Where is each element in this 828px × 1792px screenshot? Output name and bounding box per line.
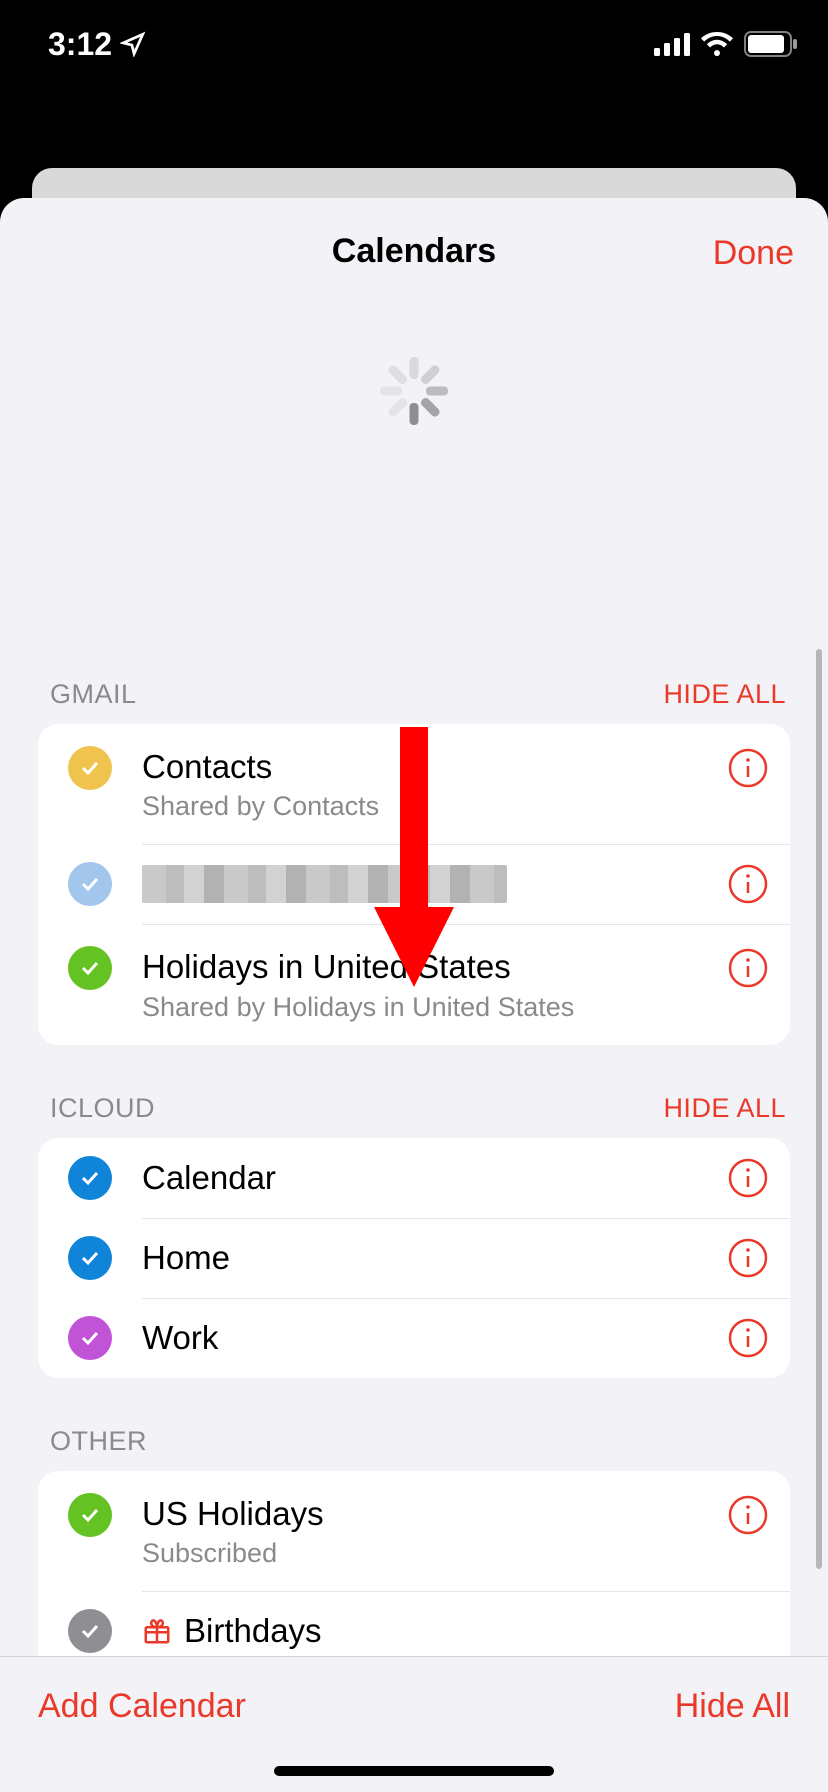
section-label-other: OTHER <box>50 1426 147 1457</box>
status-bar: 3:12 <box>0 0 828 88</box>
location-arrow-icon <box>120 31 146 57</box>
calendar-row-redacted[interactable] <box>38 844 790 924</box>
section-other: OTHER US Holidays Subscribed <box>0 1426 828 1657</box>
section-gmail: GMAIL HIDE ALL Contacts Shared by Contac… <box>0 679 828 1045</box>
calendar-row-us-holidays[interactable]: US Holidays Subscribed <box>38 1471 790 1591</box>
add-calendar-button[interactable]: Add Calendar <box>38 1687 246 1726</box>
calendar-row-calendar[interactable]: Calendar <box>38 1138 790 1218</box>
check-icon[interactable] <box>68 946 112 990</box>
check-icon[interactable] <box>68 1493 112 1537</box>
calendar-row-contacts[interactable]: Contacts Shared by Contacts <box>38 724 790 844</box>
row-title: Home <box>142 1237 726 1278</box>
cellular-icon <box>654 32 690 56</box>
check-icon[interactable] <box>68 1236 112 1280</box>
check-icon[interactable] <box>68 862 112 906</box>
check-icon[interactable] <box>68 746 112 790</box>
refresh-spinner <box>0 293 828 449</box>
info-button[interactable] <box>726 1236 770 1280</box>
row-title: Work <box>142 1317 726 1358</box>
card-icloud: Calendar Home Work <box>38 1138 790 1378</box>
calendars-sheet: Calendars Done GMAIL HIDE ALL <box>0 198 828 1792</box>
status-time: 3:12 <box>48 26 146 63</box>
battery-icon <box>744 31 798 57</box>
section-label-icloud: ICLOUD <box>50 1093 155 1124</box>
info-button[interactable] <box>726 746 770 790</box>
section-icloud: ICLOUD HIDE ALL Calendar Home Work <box>0 1093 828 1378</box>
status-time-text: 3:12 <box>48 26 112 63</box>
home-indicator[interactable] <box>274 1766 554 1776</box>
row-subtitle: Shared by Holidays in United States <box>142 992 726 1023</box>
info-button[interactable] <box>726 1156 770 1200</box>
wifi-icon <box>700 32 734 56</box>
hide-all-button[interactable]: Hide All <box>675 1687 790 1726</box>
scroll-indicator[interactable] <box>816 649 822 1569</box>
info-button[interactable] <box>726 1493 770 1537</box>
info-button[interactable] <box>726 862 770 906</box>
row-title: US Holidays <box>142 1493 726 1534</box>
card-gmail: Contacts Shared by Contacts Holidays <box>38 724 790 1045</box>
info-button[interactable] <box>726 1316 770 1360</box>
calendar-row-birthdays[interactable]: Birthdays <box>38 1591 790 1656</box>
sheet-title: Calendars <box>30 232 798 271</box>
sheet-body[interactable]: GMAIL HIDE ALL Contacts Shared by Contac… <box>0 449 828 1656</box>
row-title: Contacts <box>142 746 726 787</box>
card-other: US Holidays Subscribed Birthdays <box>38 1471 790 1657</box>
row-title: Birthdays <box>184 1610 322 1651</box>
hide-all-icloud-button[interactable]: HIDE ALL <box>663 1093 786 1124</box>
check-icon[interactable] <box>68 1316 112 1360</box>
info-button[interactable] <box>726 946 770 990</box>
done-button[interactable]: Done <box>713 234 794 273</box>
sheet-header: Calendars Done <box>0 198 828 293</box>
calendar-row-work[interactable]: Work <box>38 1298 790 1378</box>
calendar-row-holidays-us[interactable]: Holidays in United States Shared by Holi… <box>38 924 790 1044</box>
row-title: Holidays in United States <box>142 946 726 987</box>
section-label-gmail: GMAIL <box>50 679 137 710</box>
hide-all-gmail-button[interactable]: HIDE ALL <box>663 679 786 710</box>
row-title: Calendar <box>142 1157 726 1198</box>
calendar-row-home[interactable]: Home <box>38 1218 790 1298</box>
row-subtitle: Shared by Contacts <box>142 791 726 822</box>
row-subtitle: Subscribed <box>142 1538 726 1569</box>
redacted-text <box>142 865 507 903</box>
check-icon[interactable] <box>68 1609 112 1653</box>
status-icons <box>654 31 798 57</box>
gift-icon <box>142 1616 172 1646</box>
check-icon[interactable] <box>68 1156 112 1200</box>
